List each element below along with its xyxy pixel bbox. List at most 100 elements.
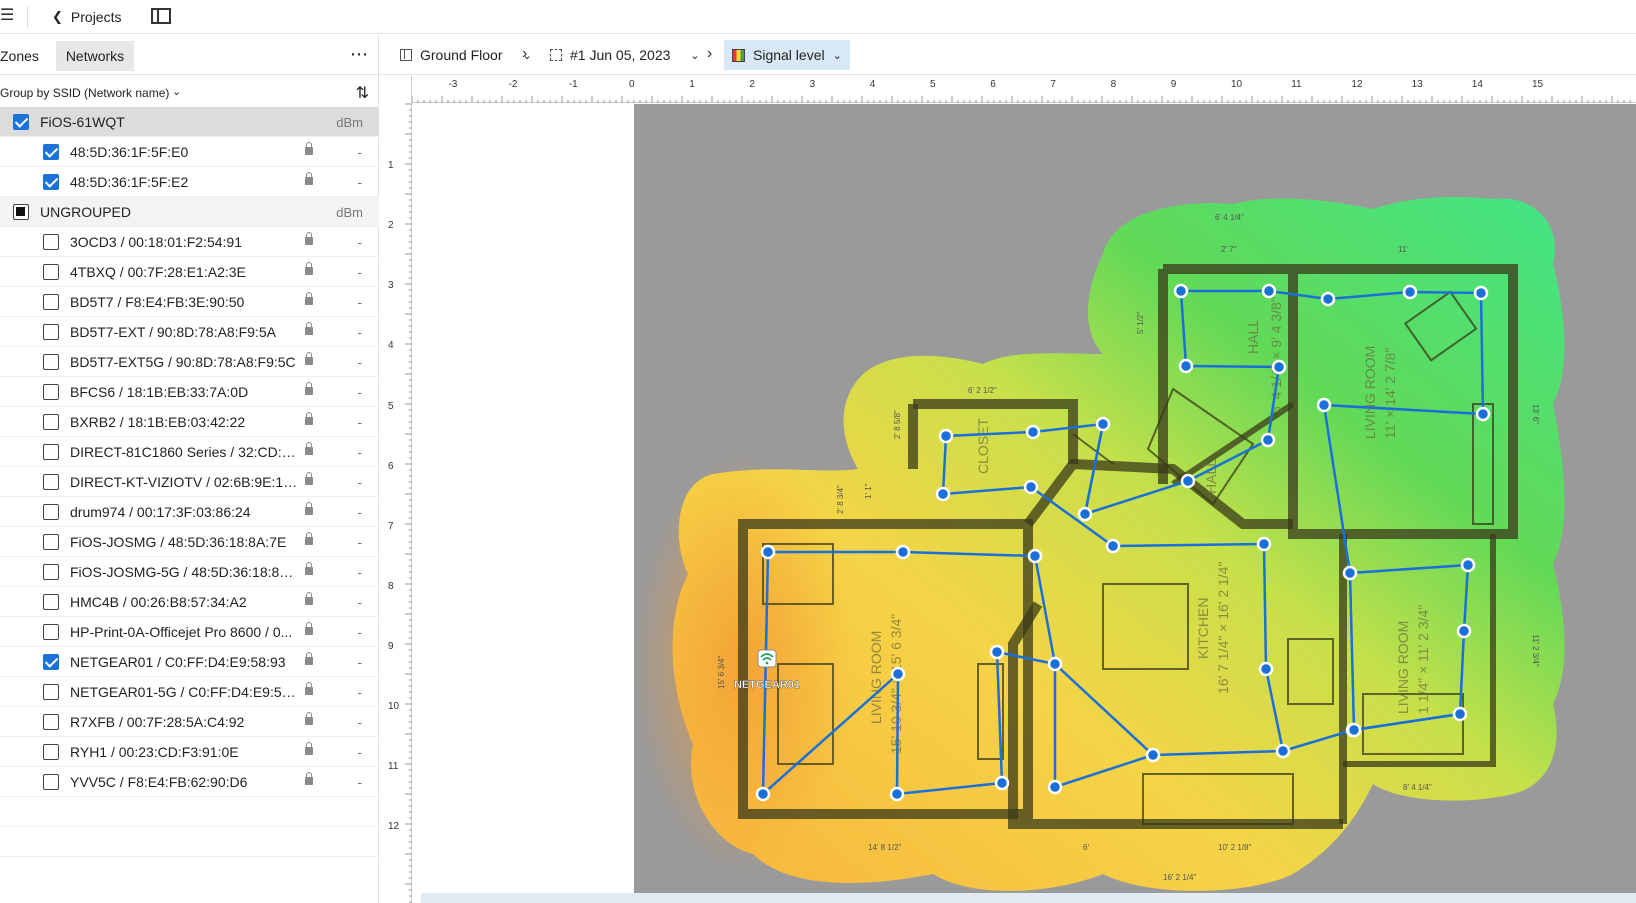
network-row[interactable]: FiOS-JOSMG-5G / 48:5D:36:18:8A:... -: [0, 557, 379, 587]
lock-icon: [305, 742, 313, 755]
network-row[interactable]: BXRB2 / 18:1B:EB:03:42:22 -: [0, 407, 379, 437]
lock-icon: [305, 232, 313, 245]
network-row[interactable]: HMC4B / 00:26:B8:57:34:A2 -: [0, 587, 379, 617]
lock-icon: [305, 382, 313, 395]
group-unit: dBm: [336, 115, 363, 130]
empty-row: [0, 797, 379, 827]
back-to-projects-button[interactable]: ❮ Projects: [52, 6, 121, 28]
networks-panel: Zones Networks ⋯ Group by SSID (Network …: [0, 35, 379, 903]
visualization-label: Signal level: [753, 47, 825, 63]
network-row[interactable]: BFCS6 / 18:1B:EB:33:7A:0D -: [0, 377, 379, 407]
network-group-row[interactable]: UNGROUPED dBm: [0, 197, 379, 227]
network-checkbox[interactable]: [43, 594, 59, 610]
network-checkbox[interactable]: [43, 714, 59, 730]
network-row[interactable]: 48:5D:36:1F:5F:E0 -: [0, 137, 379, 167]
network-checkbox[interactable]: [43, 564, 59, 580]
network-checkbox[interactable]: [43, 474, 59, 490]
network-row[interactable]: 3OCD3 / 00:18:01:F2:54:91 -: [0, 227, 379, 257]
network-checkbox[interactable]: [43, 654, 59, 670]
lock-icon: [305, 502, 313, 515]
network-checkbox[interactable]: [43, 264, 59, 280]
access-point-label: NETGEAR01: [734, 679, 800, 691]
network-row[interactable]: RYH1 / 00:23:CD:F3:91:0E -: [0, 737, 379, 767]
network-row[interactable]: BD5T7-EXT / 90:8D:78:A8:F9:5A -: [0, 317, 379, 347]
hamburger-icon[interactable]: ☰: [0, 6, 16, 26]
network-checkbox[interactable]: [43, 144, 59, 160]
survey-selector[interactable]: #1 Jun 05, 2023 ⌄: [542, 40, 708, 70]
network-checkbox[interactable]: [43, 294, 59, 310]
network-list: FiOS-61WQT dBm 48:5D:36:1F:5F:E0-48:5D:36:…: [0, 107, 379, 857]
signal-value: -: [357, 264, 362, 280]
visualization-selector[interactable]: Signal level ⌄: [724, 40, 850, 70]
network-row[interactable]: NETGEAR01-5G / C0:FF:D4:E9:58:94 -: [0, 677, 379, 707]
network-row[interactable]: YVV5C / F8:E4:FB:62:90:D6 -: [0, 767, 379, 797]
floor-selector[interactable]: Ground Floor ⌄: [392, 40, 540, 70]
network-row[interactable]: 4TBXQ / 00:7F:28:E1:A2:3E -: [0, 257, 379, 287]
more-options-icon[interactable]: ⋯: [350, 41, 369, 67]
signal-value: -: [357, 684, 362, 700]
network-checkbox[interactable]: [43, 444, 59, 460]
panel-toggle-icon[interactable]: [151, 8, 171, 24]
lock-icon: [305, 712, 313, 725]
network-checkbox[interactable]: [43, 384, 59, 400]
network-row[interactable]: 48:5D:36:1F:5F:E2 -: [0, 167, 379, 197]
network-checkbox[interactable]: [43, 774, 59, 790]
room-label: KITCHEN: [1195, 598, 1211, 659]
room-label: HALL: [1203, 459, 1219, 494]
network-row[interactable]: DIRECT-KT-VIZIOTV / 02:6B:9E:1E:3... -: [0, 467, 379, 497]
network-checkbox[interactable]: [43, 744, 59, 760]
floor-label: Ground Floor: [420, 47, 503, 63]
network-row[interactable]: R7XFB / 00:7F:28:5A:C4:92 -: [0, 707, 379, 737]
chevron-right-icon: ›: [522, 45, 528, 62]
signal-value: -: [357, 234, 362, 250]
network-checkbox[interactable]: [43, 684, 59, 700]
network-label: 48:5D:36:1F:5F:E0: [70, 144, 189, 160]
tab-zones[interactable]: Zones: [0, 41, 49, 71]
chevron-left-icon: ❮: [52, 9, 63, 24]
lock-icon: [305, 412, 313, 425]
network-row[interactable]: BD5T7-EXT5G / 90:8D:78:A8:F9:5C -: [0, 347, 379, 377]
group-checkbox[interactable]: [13, 114, 29, 130]
network-checkbox[interactable]: [43, 234, 59, 250]
network-checkbox[interactable]: [43, 324, 59, 340]
network-row[interactable]: HP-Print-0A-Officejet Pro 8600 / 0... -: [0, 617, 379, 647]
room-label: LIVING ROOM: [1362, 346, 1378, 439]
network-row[interactable]: NETGEAR01 / C0:FF:D4:E9:58:93 -: [0, 647, 379, 677]
network-checkbox[interactable]: [43, 174, 59, 190]
sort-icon[interactable]: ⇅: [356, 83, 369, 103]
network-row[interactable]: DIRECT-81C1860 Series / 32:CD:A7... -: [0, 437, 379, 467]
lock-icon: [305, 172, 313, 185]
network-row[interactable]: FiOS-JOSMG / 48:5D:36:18:8A:7E -: [0, 527, 379, 557]
signal-value: -: [357, 294, 362, 310]
network-checkbox[interactable]: [43, 624, 59, 640]
survey-icon: [550, 49, 562, 61]
chevron-down-icon[interactable]: ⌄: [172, 85, 181, 98]
group-by-dropdown[interactable]: Group by SSID (Network name): [0, 86, 169, 100]
signal-value: -: [357, 414, 362, 430]
signal-level-icon: [732, 48, 745, 62]
chevron-down-icon: ⌄: [690, 49, 700, 62]
network-checkbox[interactable]: [43, 534, 59, 550]
group-checkbox[interactable]: [13, 204, 29, 220]
dimension-label: 8' 4 1/4": [1403, 783, 1432, 792]
horizontal-scrollbar[interactable]: [421, 893, 1636, 903]
empty-row: [0, 827, 379, 857]
heatmap-canvas[interactable]: LIVING ROOM 15' 10 3/4" × 15' 6 3/4" KIT…: [413, 104, 1636, 903]
network-label: BFCS6 / 18:1B:EB:33:7A:0D: [70, 384, 249, 400]
lock-icon: [305, 442, 313, 455]
network-label: drum974 / 00:17:3F:03:86:24: [70, 504, 251, 520]
network-checkbox[interactable]: [43, 414, 59, 430]
network-group-row[interactable]: FiOS-61WQT dBm: [0, 107, 379, 137]
network-label: FiOS-JOSMG / 48:5D:36:18:8A:7E: [70, 534, 287, 550]
chevron-right-icon: ›: [707, 45, 713, 62]
room-label: HALL: [1245, 319, 1261, 354]
lock-icon: [305, 472, 313, 485]
network-checkbox[interactable]: [43, 504, 59, 520]
network-row[interactable]: drum974 / 00:17:3F:03:86:24 -: [0, 497, 379, 527]
network-checkbox[interactable]: [43, 354, 59, 370]
network-row[interactable]: BD5T7 / F8:E4:FB:3E:90:50 -: [0, 287, 379, 317]
group-by-row: Group by SSID (Network name) ⌄ ⇅: [0, 77, 379, 111]
tab-networks[interactable]: Networks: [56, 41, 134, 71]
map-area: Ground Floor ⌄ › #1 Jun 05, 2023 ⌄ › Sig…: [380, 35, 1636, 903]
divider: [27, 6, 28, 28]
